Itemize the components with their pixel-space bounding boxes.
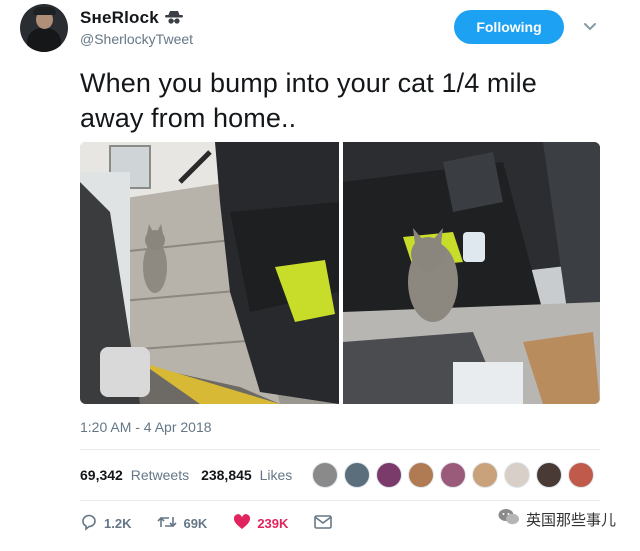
liker-avatar[interactable]: [408, 462, 434, 488]
engagement-stats: 69,342 Retweets 238,845 Likes: [80, 462, 304, 488]
likes-label: Likes: [259, 467, 293, 483]
like-count: 239K: [257, 515, 289, 531]
liker-avatar[interactable]: [344, 462, 370, 488]
watermark: 英国那些事儿: [498, 508, 616, 530]
liker-avatar[interactable]: [536, 462, 562, 488]
tweet-media[interactable]: [80, 142, 600, 404]
liker-avatar[interactable]: [472, 462, 498, 488]
retweets-stat[interactable]: 69,342 Retweets: [80, 467, 189, 483]
retweet-button[interactable]: 69K: [157, 514, 207, 533]
tweet-text-line: When you bump into your cat 1/4 mile: [80, 68, 537, 98]
liker-avatar[interactable]: [440, 462, 466, 488]
tweet-actions: 1.2K 69K 239K: [80, 512, 358, 534]
user-handle[interactable]: @SherlockyTweet: [80, 31, 193, 47]
liker-avatars: [312, 462, 594, 488]
tweet-text: When you bump into your cat 1/4 mile awa…: [80, 66, 620, 136]
liker-avatar[interactable]: [568, 462, 594, 488]
heart-icon: [233, 513, 251, 533]
divider: [80, 449, 600, 450]
envelope-icon: [314, 514, 333, 532]
watermark-text: 英国那些事儿: [526, 511, 617, 529]
direct-message-button[interactable]: [314, 514, 333, 532]
liker-avatar[interactable]: [376, 462, 402, 488]
following-button[interactable]: Following: [454, 10, 564, 44]
retweets-count: 69,342: [80, 467, 123, 483]
retweet-count: 69K: [183, 515, 208, 531]
tweet-text-line: away from home..: [80, 103, 297, 133]
divider: [80, 500, 600, 501]
like-button[interactable]: 239K: [233, 513, 289, 533]
likes-count: 238,845: [201, 467, 252, 483]
avatar[interactable]: [20, 4, 68, 52]
likes-stat[interactable]: 238,845 Likes: [201, 467, 292, 483]
liker-avatar[interactable]: [312, 462, 338, 488]
liker-avatar[interactable]: [504, 462, 530, 488]
reply-icon: [80, 513, 98, 534]
user-info[interactable]: SʜeRlock @SherlockyTweet: [80, 8, 193, 47]
photo-cat-car-door[interactable]: [343, 142, 600, 404]
tweet-header: SʜeRlock @SherlockyTweet Following: [20, 4, 620, 54]
wechat-icon: [498, 508, 520, 530]
reply-button[interactable]: 1.2K: [80, 513, 131, 534]
retweets-label: Retweets: [130, 467, 190, 483]
chevron-down-icon[interactable]: [580, 16, 600, 36]
tweet-timestamp[interactable]: 1:20 AM - 4 Apr 2018: [80, 419, 212, 435]
reply-count: 1.2K: [104, 515, 132, 531]
spy-icon: [164, 10, 183, 26]
display-name[interactable]: SʜeRlock: [80, 8, 159, 28]
retweet-icon: [157, 514, 178, 533]
photo-cat-sidewalk[interactable]: [80, 142, 339, 404]
